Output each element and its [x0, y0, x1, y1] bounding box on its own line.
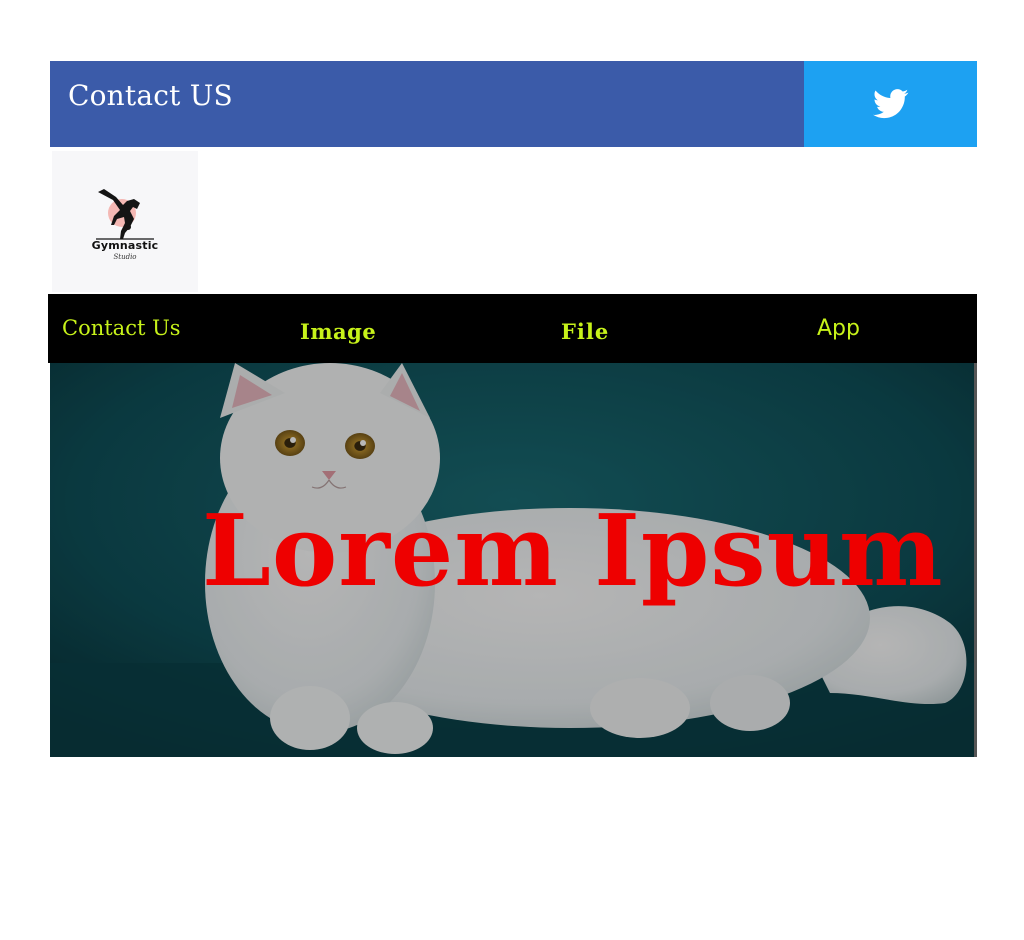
contact-header-bar: Contact US: [50, 61, 804, 147]
nav-item-contact-us[interactable]: Contact Us: [62, 316, 181, 340]
nav-item-file[interactable]: File: [561, 319, 609, 344]
contact-header: Contact US: [50, 61, 977, 147]
logo-brand-name: Gymnastic: [91, 238, 159, 252]
twitter-bird-icon: [872, 89, 909, 119]
nav-item-image[interactable]: Image: [300, 319, 376, 344]
gymnast-silhouette-icon: [96, 188, 154, 240]
contact-header-title: Contact US: [68, 79, 233, 112]
page: Contact US Gymnastic Studio Contact Us I…: [0, 0, 1024, 940]
twitter-button[interactable]: [804, 61, 977, 147]
hero-banner: Lorem Ipsum: [50, 363, 977, 757]
logo-tagline: Studio: [113, 252, 137, 261]
main-nav: Contact Us Image File App: [48, 294, 977, 363]
nav-item-app[interactable]: App: [817, 316, 860, 341]
hero-heading: Lorem Ipsum: [202, 494, 944, 609]
gymnastic-logo[interactable]: Gymnastic Studio: [52, 151, 198, 292]
